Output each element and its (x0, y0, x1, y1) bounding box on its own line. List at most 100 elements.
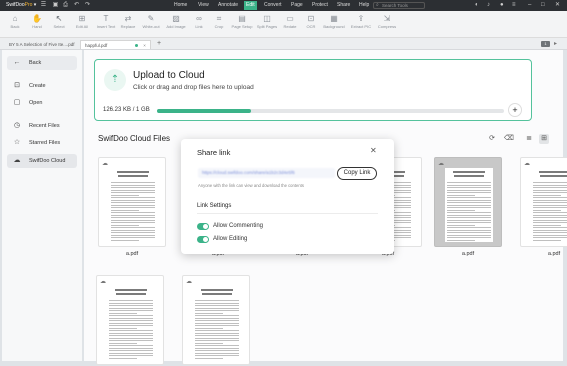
theme-icon[interactable]: ◐ (475, 2, 479, 9)
preview-text-line (447, 237, 491, 238)
menu-view[interactable]: View (198, 2, 209, 9)
unsaved-dot (135, 44, 139, 47)
file-thumbnail[interactable]: ☁ (98, 157, 166, 247)
create-icon: ⊡ (14, 82, 20, 89)
preview-text-line (111, 204, 155, 206)
save-icon[interactable]: ▣ (52, 2, 59, 9)
share-link-field[interactable]: https://cloud.swifdoo.com/share/a1b2c3d4… (198, 168, 335, 178)
menu-share[interactable]: Share (337, 2, 350, 9)
close-tab-icon[interactable]: × (143, 43, 146, 48)
preview-text-line (195, 317, 239, 319)
menu-home[interactable]: Home (174, 2, 187, 9)
cloud-icon: ☁ (100, 279, 106, 285)
page-preview (193, 286, 241, 360)
preview-text-line (109, 320, 153, 321)
preview-text-line (111, 239, 139, 241)
file-thumbnail[interactable]: ☁ (434, 157, 502, 247)
preview-text-line (447, 204, 491, 206)
preview-text-line (447, 227, 491, 228)
preview-text-line (447, 199, 491, 201)
allow-commenting-toggle[interactable] (197, 223, 209, 230)
menu-icon[interactable]: ☰ (40, 2, 47, 9)
preview-text-line (109, 325, 153, 326)
pro-badge: Pro (24, 2, 33, 8)
preview-text-line (109, 347, 153, 349)
compress-icon: ⇲ (383, 14, 391, 23)
document-tabs: BY 5 A Selection of Five Ite....pdf happ… (0, 38, 567, 50)
user-icon[interactable]: ● (500, 2, 504, 9)
preview-text-line (109, 332, 153, 334)
sidebar-item-cloud[interactable]: ☁ SwifDoo Cloud (7, 154, 77, 168)
sidebar-item-create[interactable]: ⊡ Create (7, 79, 77, 93)
upload-dropzone[interactable]: ⇡ Upload to Cloud Click or drag and drop… (94, 59, 532, 121)
undo-icon[interactable]: ↶ (73, 2, 80, 9)
redo-icon[interactable]: ↷ (84, 2, 91, 9)
preview-text-line (533, 187, 567, 188)
more-icon[interactable]: ≡ (512, 2, 516, 9)
cloud-icon: ☁ (13, 157, 21, 164)
tab-document-2[interactable]: happful.pdf × (80, 40, 151, 49)
tool-background[interactable]: ▦ Background (321, 14, 347, 30)
preview-text-line (111, 212, 155, 213)
preview-text-line (447, 192, 491, 193)
menu-edit[interactable]: Edit (244, 1, 257, 10)
add-storage-button[interactable]: + (508, 103, 522, 117)
menu-help[interactable]: Help (359, 2, 369, 9)
tool-page-setup[interactable]: ▤ Page Setup (229, 14, 255, 30)
print-icon[interactable]: ⎙ (62, 2, 69, 9)
close-window-icon[interactable]: ✕ (555, 2, 560, 9)
tool-extract-pic[interactable]: ⇪ Extract PIC (348, 14, 374, 30)
preview-text-line (533, 207, 567, 208)
close-dialog-icon[interactable]: ✕ (370, 146, 377, 156)
preview-text-line (533, 192, 567, 193)
preview-text-line (447, 182, 491, 183)
menu-protect[interactable]: Protect (312, 2, 328, 9)
collapse-icon[interactable]: ▸ (554, 40, 557, 47)
preview-text-line (111, 194, 139, 196)
preview-title-line (453, 171, 485, 173)
preview-text-line (111, 202, 155, 203)
menu-annotate[interactable]: Annotate (218, 2, 238, 9)
minimize-icon[interactable]: – (528, 2, 531, 9)
preview-text-line (111, 182, 155, 183)
sidebar-item-recent[interactable]: ◷ Recent Files (7, 119, 77, 133)
cloud-icon: ☁ (438, 161, 444, 167)
copy-link-button[interactable]: Copy Link (337, 167, 377, 180)
preview-text-line (109, 310, 153, 311)
preview-text-line (533, 182, 567, 183)
list-view-icon[interactable]: ≣ (524, 134, 534, 144)
preview-text-line (533, 239, 561, 241)
preview-text-line (195, 320, 239, 321)
preview-title-line (115, 289, 147, 291)
bell-icon[interactable]: ♪ (487, 2, 490, 9)
preview-text-line (195, 322, 239, 324)
menu-page[interactable]: Page (291, 2, 303, 9)
search-tools-input[interactable]: ⌕ Search Tools (373, 2, 425, 9)
file-thumbnail[interactable]: ☁ (96, 275, 164, 365)
sidebar-item-starred[interactable]: ☆ Starred Files (7, 136, 77, 150)
preview-text-line (447, 187, 491, 188)
tab-document-1[interactable]: BY 5 A Selection of Five Ite....pdf (9, 40, 74, 49)
tool-compress[interactable]: ⇲ Compress (374, 14, 400, 30)
preview-text-line (111, 219, 155, 221)
allow-editing-toggle[interactable] (197, 236, 209, 243)
sidebar-back-button[interactable]: ← Back (7, 56, 77, 70)
tool-white-out[interactable]: ✎ White-out (138, 14, 164, 30)
file-thumbnail[interactable]: ☁★ (520, 157, 567, 247)
app-brand[interactable]: SwifDooPro ▾ (6, 2, 36, 8)
tool-edit-all[interactable]: ⊞ Edit All (69, 14, 95, 30)
maximize-icon[interactable]: □ (541, 2, 545, 9)
preview-text-line (111, 184, 155, 186)
sidebar-item-open[interactable]: ▢ Open (7, 96, 77, 110)
divider (197, 213, 378, 214)
grid-view-icon[interactable]: ⊞ (539, 134, 549, 144)
refresh-icon[interactable]: ⟳ (487, 134, 497, 144)
preview-text-line (195, 357, 223, 359)
add-tab-icon[interactable]: + (157, 40, 161, 48)
file-thumbnail[interactable]: ☁ (182, 275, 250, 365)
preview-text-line (447, 217, 491, 218)
trash-icon[interactable]: ⌫ (504, 134, 514, 144)
menu-convert[interactable]: Convert (264, 2, 282, 9)
preview-text-line (109, 357, 137, 359)
cloud-files-heading: SwifDoo Cloud Files (98, 134, 171, 143)
